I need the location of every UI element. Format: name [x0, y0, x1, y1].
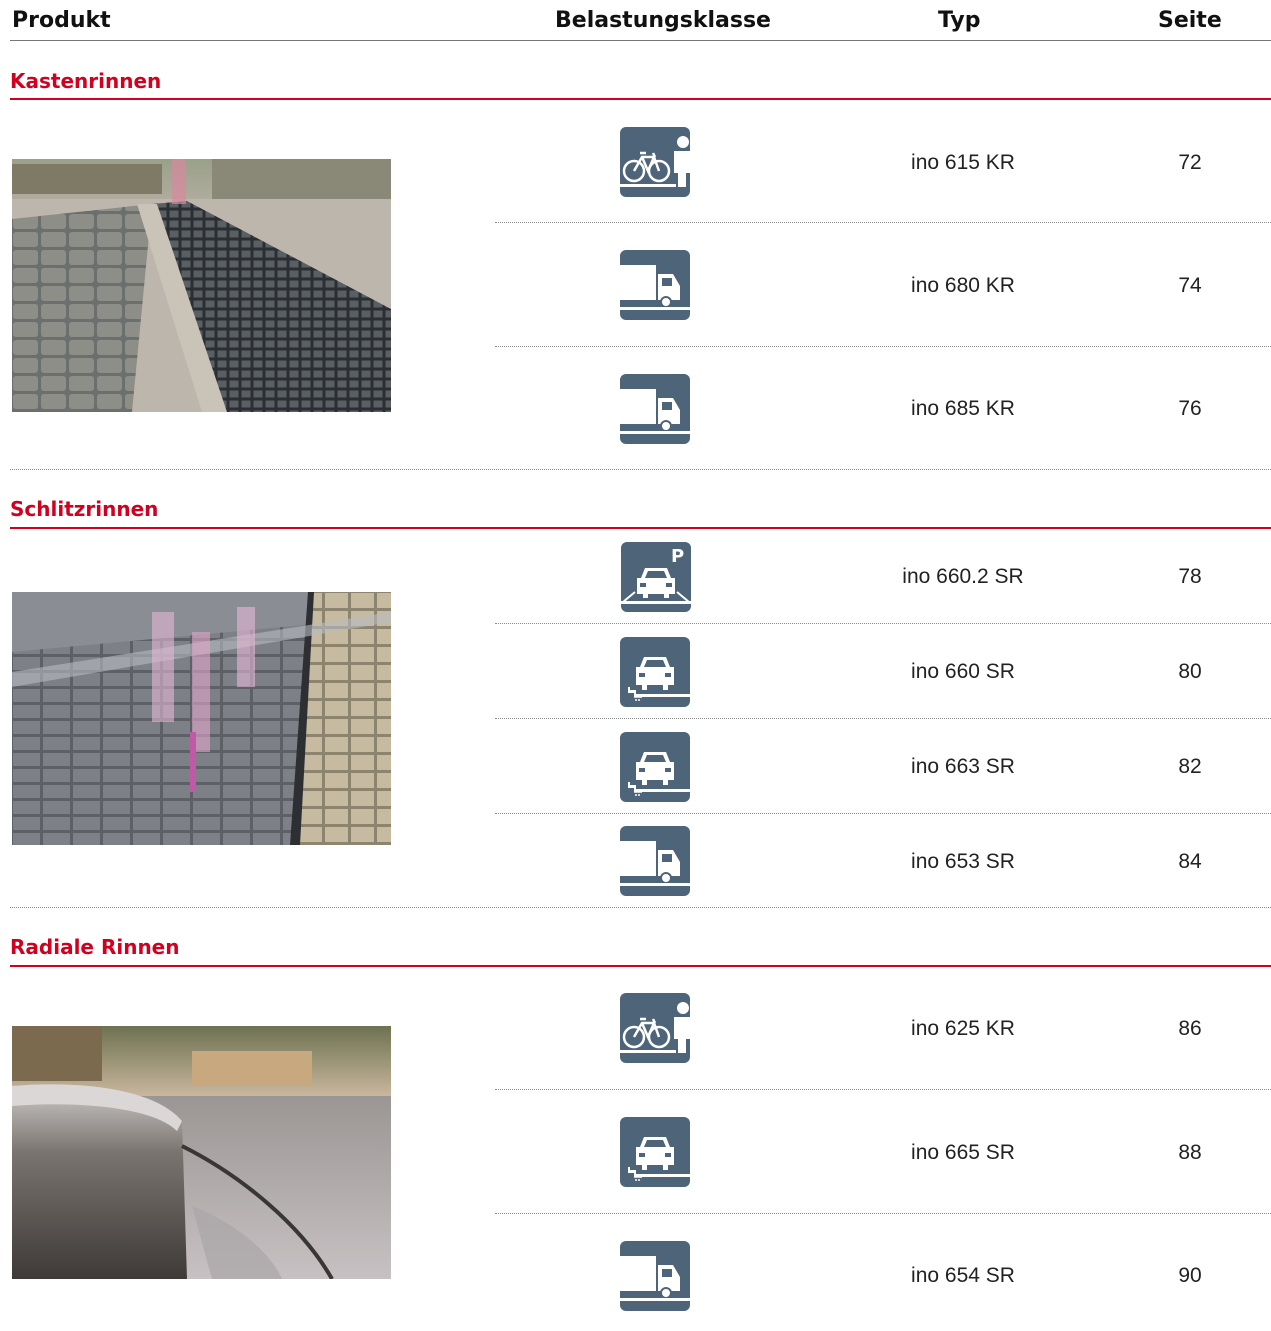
row-divider: [495, 222, 1271, 223]
row-divider: [495, 1089, 1271, 1090]
typ-value: ino 653 SR: [911, 850, 1015, 873]
section-title-kastenrinnen: Kastenrinnen: [10, 69, 162, 93]
typ-value: ino 654 SR: [911, 1264, 1015, 1287]
product-photo-kastenrinnen: [12, 159, 391, 412]
seite-value: 90: [1178, 1264, 1202, 1287]
car-icon: [620, 732, 690, 802]
product-photo-radiale-rinnen: [12, 1026, 391, 1279]
section-end-divider: [10, 907, 1271, 908]
column-header-produkt: Produkt: [12, 8, 111, 33]
section-divider: [10, 527, 1271, 529]
section-divider: [10, 965, 1271, 967]
seite-value: 84: [1178, 850, 1202, 873]
truck-icon: [620, 1241, 690, 1311]
row-divider: [495, 1213, 1271, 1214]
truck-icon: [620, 250, 690, 320]
typ-value: ino 625 KR: [911, 1017, 1015, 1040]
section-title-schlitzrinnen: Schlitzrinnen: [10, 497, 159, 521]
row-divider: [495, 623, 1271, 624]
typ-value: ino 660.2 SR: [902, 565, 1024, 588]
bicycle-pedestrian-icon: [620, 127, 690, 197]
typ-value: ino 680 KR: [911, 274, 1015, 297]
typ-value: ino 685 KR: [911, 397, 1015, 420]
seite-value: 78: [1178, 565, 1202, 588]
seite-value: 88: [1178, 1141, 1202, 1164]
row-divider: [495, 346, 1271, 347]
seite-value: 72: [1178, 151, 1202, 174]
section-end-divider: [10, 469, 1271, 470]
car-icon: [620, 637, 690, 707]
section-divider: [10, 98, 1271, 100]
seite-value: 76: [1178, 397, 1202, 420]
typ-value: ino 665 SR: [911, 1141, 1015, 1164]
section-title-radiale-rinnen: Radiale Rinnen: [10, 935, 180, 959]
parking-car-icon: [621, 542, 691, 612]
car-icon: [620, 1117, 690, 1187]
seite-value: 82: [1178, 755, 1202, 778]
truck-icon: [620, 374, 690, 444]
column-header-belastungsklasse: Belastungsklasse: [555, 8, 771, 33]
seite-value: 74: [1178, 274, 1202, 297]
row-divider: [495, 718, 1271, 719]
row-divider: [495, 813, 1271, 814]
header-divider: [10, 40, 1271, 41]
typ-value: ino 660 SR: [911, 660, 1015, 683]
column-header-typ: Typ: [938, 8, 981, 33]
typ-value: ino 663 SR: [911, 755, 1015, 778]
product-photo-schlitzrinnen: [12, 592, 391, 845]
truck-icon: [620, 826, 690, 896]
typ-value: ino 615 KR: [911, 151, 1015, 174]
bicycle-pedestrian-icon: [620, 993, 690, 1063]
column-header-seite: Seite: [1158, 8, 1222, 33]
seite-value: 80: [1178, 660, 1202, 683]
seite-value: 86: [1178, 1017, 1202, 1040]
